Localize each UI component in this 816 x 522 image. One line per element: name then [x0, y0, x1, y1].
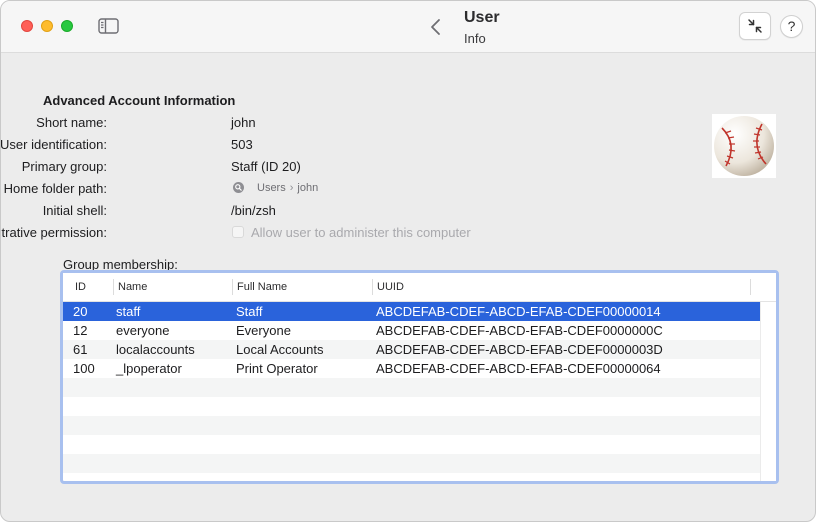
shell-label: Initial shell: [42, 203, 107, 218]
empty-row [63, 397, 760, 416]
admin-checkbox-label: Allow user to administer this computer [251, 225, 471, 240]
vertical-scrollbar-track[interactable] [760, 302, 776, 481]
primary-group-value: Staff (ID 20) [231, 159, 301, 174]
column-header-full-name[interactable]: Full Name [237, 281, 287, 293]
window-subtitle: Info [464, 31, 486, 46]
chevron-left-icon[interactable] [428, 17, 444, 37]
collapse-button[interactable] [739, 12, 771, 40]
short-name-value: john [231, 115, 256, 130]
zoom-window-button[interactable] [61, 20, 73, 32]
primary-group-row: Primary group: Staff (ID 20) [1, 159, 701, 177]
shell-value: /bin/zsh [231, 203, 276, 218]
cell-full-name: Everyone [236, 323, 291, 338]
cell-full-name: Staff [236, 304, 263, 319]
column-header-id[interactable]: ID [75, 281, 86, 293]
column-header-uuid[interactable]: UUID [377, 281, 404, 293]
home-folder-row: Home folder path: Users › john [1, 181, 701, 199]
cell-name: _lpoperator [116, 361, 182, 376]
help-button[interactable]: ? [780, 15, 803, 38]
table-row[interactable]: 61 localaccounts Local Accounts ABCDEFAB… [63, 340, 760, 359]
cell-name: localaccounts [116, 342, 195, 357]
cell-uuid: ABCDEFAB-CDEF-ABCD-EFAB-CDEF00000064 [376, 361, 661, 376]
cell-full-name: Print Operator [236, 361, 318, 376]
table-row[interactable]: 100 _lpoperator Print Operator ABCDEFAB-… [63, 359, 760, 378]
magnifier-disk-icon [233, 182, 244, 193]
uid-row: User identification: 503 [1, 137, 701, 155]
path-segment[interactable]: john [297, 182, 318, 194]
section-title: Advanced Account Information [43, 93, 236, 108]
minimize-window-button[interactable] [41, 20, 53, 32]
table-row[interactable]: 20 staff Staff ABCDEFAB-CDEF-ABCD-EFAB-C… [63, 302, 760, 321]
uid-label: User identification: [0, 137, 107, 152]
user-info-window: User Info ? Advanced Account Information… [0, 0, 816, 522]
empty-row [63, 435, 760, 454]
path-separator: › [289, 182, 294, 194]
cell-uuid: ABCDEFAB-CDEF-ABCD-EFAB-CDEF0000003D [376, 342, 663, 357]
group-membership-table[interactable]: ID Name Full Name UUID 20 staff Staff AB… [60, 270, 779, 484]
title-bar: User Info ? [1, 1, 815, 53]
home-folder-path[interactable]: Users › john [257, 182, 318, 194]
table-row[interactable]: 12 everyone Everyone ABCDEFAB-CDEF-ABCD-… [63, 321, 760, 340]
admin-row: Administrative permission: Allow user to… [1, 225, 701, 243]
column-divider[interactable] [232, 279, 233, 295]
table-header: ID Name Full Name UUID [63, 273, 776, 302]
close-window-button[interactable] [21, 20, 33, 32]
cell-id: 12 [73, 323, 88, 338]
primary-group-label: Primary group: [21, 159, 107, 174]
admin-label: Administrative permission: [1, 225, 107, 240]
empty-row [63, 416, 760, 435]
column-divider[interactable] [750, 279, 751, 295]
home-folder-label: Home folder path: [3, 181, 107, 196]
cell-name: everyone [116, 323, 170, 338]
uid-value: 503 [231, 137, 253, 152]
admin-checkbox[interactable] [232, 226, 244, 238]
arrows-inward-icon [748, 19, 762, 33]
window-title: User [464, 9, 500, 26]
shell-row: Initial shell: /bin/zsh [1, 203, 701, 221]
cell-id: 61 [73, 342, 88, 357]
cell-uuid: ABCDEFAB-CDEF-ABCD-EFAB-CDEF00000014 [376, 304, 661, 319]
empty-row [63, 454, 760, 473]
column-header-name[interactable]: Name [118, 281, 147, 293]
column-divider[interactable] [113, 279, 114, 295]
cell-full-name: Local Accounts [236, 342, 324, 357]
empty-row [63, 378, 760, 397]
sidebar-toggle-icon[interactable] [98, 18, 119, 34]
short-name-row: Short name: john [1, 115, 701, 133]
cell-name: staff [116, 304, 141, 319]
cell-uuid: ABCDEFAB-CDEF-ABCD-EFAB-CDEF0000000C [376, 323, 663, 338]
cell-id: 20 [73, 304, 88, 319]
column-divider[interactable] [372, 279, 373, 295]
baseball-avatar[interactable] [712, 114, 776, 178]
cell-id: 100 [73, 361, 95, 376]
short-name-label: Short name: [36, 115, 107, 130]
path-segment[interactable]: Users [257, 182, 286, 194]
